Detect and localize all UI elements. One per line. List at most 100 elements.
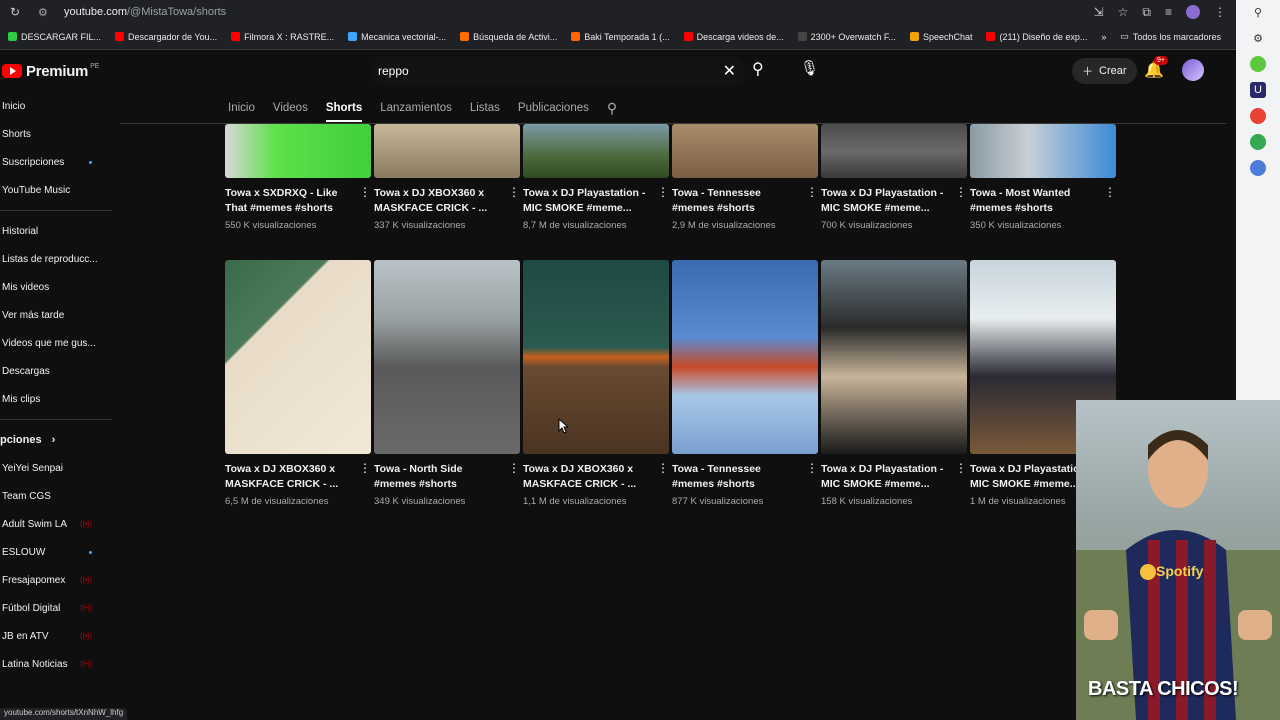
sidebar-item[interactable]: ESLOUW	[0, 538, 112, 566]
sidebar-item[interactable]: Descargas	[0, 357, 112, 385]
short-title[interactable]: Towa x DJ XBOX360 x MASKFACE CRICK - ...	[523, 462, 649, 492]
short-title[interactable]: Towa - Most Wanted #memes #shorts	[970, 186, 1096, 216]
short-thumbnail[interactable]	[672, 124, 818, 178]
sidebar-item[interactable]: Latina Noticias ((•))	[0, 650, 112, 678]
short-thumbnail[interactable]	[523, 124, 669, 178]
sidebar-item[interactable]: Suscripciones	[0, 148, 112, 176]
short-thumbnail[interactable]	[821, 260, 967, 454]
bookmark-item[interactable]: (211) Diseño de exp...	[986, 32, 1087, 42]
sidebar-item[interactable]: Fresajapomex ((•))	[0, 566, 112, 594]
short-title[interactable]: Towa x DJ XBOX360 x MASKFACE CRICK - ...	[374, 186, 500, 216]
short-thumbnail[interactable]	[970, 124, 1116, 178]
sidebar-item[interactable]: Videos que me gus...	[0, 329, 112, 357]
bookmark-item[interactable]: 2300+ Overwatch F...	[797, 32, 896, 42]
subscriptions-header[interactable]: pciones ›	[0, 426, 112, 454]
short-card[interactable]: Towa x DJ Playastation - MIC SMOKE #meme…	[821, 260, 967, 507]
short-card[interactable]: Towa x DJ XBOX360 x MASKFACE CRICK - ...…	[523, 260, 669, 507]
sidebar-item[interactable]: Shorts	[0, 120, 112, 148]
bookmark-item[interactable]: Mecanica vectorial-...	[348, 32, 446, 42]
search-input[interactable]: reppo ✕	[370, 56, 746, 86]
more-options-icon[interactable]: ⋮	[806, 186, 818, 216]
more-options-icon[interactable]: ⋮	[508, 186, 520, 216]
short-card[interactable]: Towa x SXDRXQ - Like That #memes #shorts…	[225, 124, 371, 231]
short-thumbnail[interactable]	[523, 260, 669, 454]
bookmark-star-icon[interactable]: ☆	[1118, 5, 1129, 19]
short-card[interactable]: Towa x DJ XBOX360 x MASKFACE CRICK - ...…	[225, 260, 371, 507]
sidebar-item[interactable]: Mis clips	[0, 385, 112, 413]
bookmark-item[interactable]: Descarga videos de...	[683, 32, 784, 42]
all-bookmarks-folder[interactable]: ▭ Todos los marcadores	[1120, 31, 1221, 42]
short-title[interactable]: Towa x DJ Playastation - MIC SMOKE #meme…	[821, 186, 947, 216]
microphone-icon[interactable]: 🎙	[800, 59, 822, 81]
short-card[interactable]: Towa - Tennessee #memes #shorts ⋮ 877 K vi…	[672, 260, 818, 507]
url-field[interactable]: youtube.com/@MistaTowa/shorts	[64, 6, 226, 18]
short-title[interactable]: Towa x DJ Playastation - MIC SMOKE #meme…	[821, 462, 947, 492]
short-thumbnail[interactable]	[225, 124, 371, 178]
media-icon[interactable]: ≡	[1165, 5, 1172, 19]
browser-menu-icon[interactable]: ⋮	[1214, 5, 1226, 19]
notifications-bell-icon[interactable]: 🔔 9+	[1144, 56, 1168, 80]
tab-inicio[interactable]: Inicio	[228, 102, 255, 114]
more-options-icon[interactable]: ⋮	[359, 186, 371, 216]
more-options-icon[interactable]: ⋮	[508, 462, 520, 492]
search-icon[interactable]: ⚲	[752, 59, 774, 81]
more-options-icon[interactable]: ⋮	[657, 186, 669, 216]
bookmark-item[interactable]: SpeechChat	[909, 32, 972, 42]
sidebar-item[interactable]: Listas de reproducc...	[0, 245, 112, 273]
more-options-icon[interactable]: ⋮	[955, 462, 967, 492]
sidebar-item[interactable]: Adult Swim LA ((•))	[0, 510, 112, 538]
create-button[interactable]: ＋ Crear	[1072, 58, 1137, 84]
sidebar-item[interactable]: Inicio	[0, 92, 112, 120]
tab-lanzamientos[interactable]: Lanzamientos	[380, 102, 452, 114]
bookmark-item[interactable]: Descargador de You...	[115, 32, 217, 42]
browser-profile-avatar[interactable]	[1186, 5, 1200, 19]
sidebar-item[interactable]: JB en ATV ((•))	[0, 622, 112, 650]
tab-shorts[interactable]: Shorts	[325, 102, 363, 122]
short-card[interactable]: Towa x DJ Playastation - MIC SMOKE #meme…	[821, 124, 967, 231]
user-avatar[interactable]	[1182, 59, 1204, 81]
short-title[interactable]: Towa - Tennessee #memes #shorts	[672, 462, 798, 492]
extensions-icon[interactable]: ⧉	[1142, 5, 1151, 20]
more-options-icon[interactable]: ⋮	[657, 462, 669, 492]
short-thumbnail[interactable]	[821, 124, 967, 178]
search-icon[interactable]: ⚲	[1250, 4, 1266, 20]
short-title[interactable]: Towa - North Side #memes #shorts	[374, 462, 500, 492]
more-options-icon[interactable]: ⋮	[806, 462, 818, 492]
tab-publicaciones[interactable]: Publicaciones	[518, 102, 589, 114]
sidebar-item[interactable]: YouTube Music	[0, 176, 112, 204]
gear-icon[interactable]: ⚙	[1250, 30, 1266, 46]
bookmark-item[interactable]: Filmora X : RASTRE...	[231, 32, 334, 42]
short-card[interactable]: Towa x DJ XBOX360 x MASKFACE CRICK - ...…	[374, 124, 520, 231]
more-options-icon[interactable]: ⋮	[359, 462, 371, 492]
sidebar-item[interactable]: Ver más tarde	[0, 301, 112, 329]
sidebar-item[interactable]: Historial	[0, 217, 112, 245]
short-title[interactable]: Towa x SXDRXQ - Like That #memes #shorts	[225, 186, 351, 216]
reload-icon[interactable]: ↻	[10, 5, 30, 19]
site-info-icon[interactable]: ⚙	[38, 6, 56, 19]
short-card[interactable]: Towa x DJ Playastation - MIC SMOKE #meme…	[523, 124, 669, 231]
more-options-icon[interactable]: ⋮	[955, 186, 967, 216]
short-title[interactable]: Towa x DJ Playastation - MIC SMOKE #meme…	[523, 186, 649, 216]
short-thumbnail[interactable]	[672, 260, 818, 454]
bookmark-item[interactable]: DESCARGAR FIL...	[8, 32, 101, 42]
sidebar-item[interactable]: Mis videos	[0, 273, 112, 301]
sidebar-item[interactable]: Team CGS	[0, 482, 112, 510]
short-thumbnail[interactable]	[374, 260, 520, 454]
short-card[interactable]: Towa - Tennessee #memes #shorts ⋮ 2,9 M de…	[672, 124, 818, 231]
extension-blue-icon[interactable]	[1250, 160, 1266, 176]
short-card[interactable]: Towa - Most Wanted #memes #shorts ⋮ 350 K …	[970, 124, 1116, 231]
short-title[interactable]: Towa x DJ XBOX360 x MASKFACE CRICK - ...	[225, 462, 351, 492]
clear-search-icon[interactable]: ✕	[723, 61, 736, 81]
extension-u-icon[interactable]: U	[1250, 82, 1266, 98]
sidebar-item[interactable]: Fútbol Digital ((•))	[0, 594, 112, 622]
short-title[interactable]: Towa - Tennessee #memes #shorts	[672, 186, 798, 216]
short-card[interactable]: Towa - North Side #memes #shorts ⋮ 349 K v…	[374, 260, 520, 507]
tab-videos[interactable]: Videos	[273, 102, 308, 114]
bookmarks-overflow-icon[interactable]: »	[1101, 32, 1106, 42]
youtube-premium-logo[interactable]: Premium PE	[2, 63, 99, 80]
bookmark-item[interactable]: Búsqueda de Activi...	[460, 32, 557, 42]
short-thumbnail[interactable]	[374, 124, 520, 178]
bookmark-item[interactable]: Baki Temporada 1 (...	[571, 32, 670, 42]
more-options-icon[interactable]: ⋮	[1104, 186, 1116, 216]
channel-search-icon[interactable]: ⚲	[607, 100, 617, 117]
